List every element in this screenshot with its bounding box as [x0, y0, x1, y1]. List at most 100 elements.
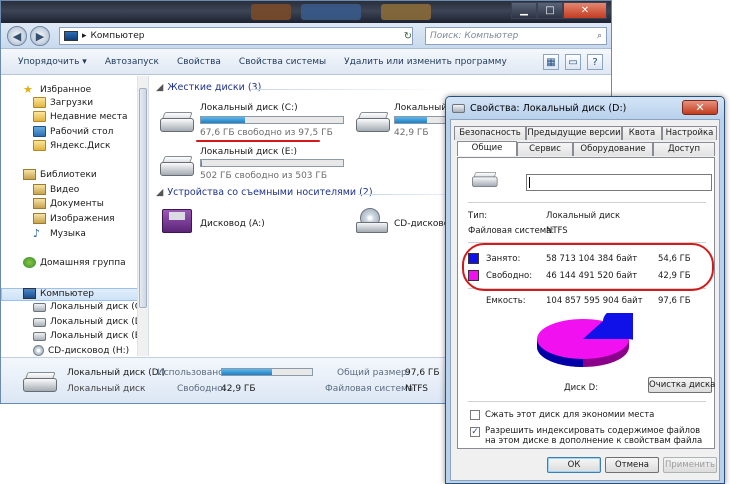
drive-d-fill: [395, 117, 428, 123]
nav-drive-d[interactable]: Локальный диск (D:): [33, 317, 148, 327]
drive-d-free: 42,9 ГБ: [394, 128, 429, 138]
command-bar: Упорядочить ▾ Автозапуск Свойства Свойст…: [1, 49, 611, 75]
windows-drive-icon[interactable]: [160, 112, 194, 134]
address-bar[interactable]: ▸ Компьютер: [59, 27, 413, 45]
organize-button[interactable]: Упорядочить ▾: [9, 57, 96, 67]
nav-homegroup[interactable]: Домашняя группа: [23, 257, 126, 268]
disk-usage-pie-chart: [537, 313, 633, 367]
pictures-library-icon: [33, 213, 46, 224]
view-options-icon[interactable]: ▦: [543, 54, 559, 70]
nav-computer[interactable]: Компьютер: [23, 288, 94, 299]
forward-button[interactable]: ▶: [30, 26, 50, 46]
cd-drive-icon[interactable]: [356, 208, 388, 234]
general-tab-panel: Тип: Локальный диск Файловая система: NT…: [457, 157, 715, 449]
drive-e-fill: [201, 160, 203, 166]
details-total-label: Общий размер:: [337, 368, 410, 378]
system-properties-button[interactable]: Свойства системы: [230, 57, 335, 67]
nav-libraries[interactable]: Библиотеки: [23, 169, 97, 180]
nav-scrollbar[interactable]: [137, 76, 148, 356]
scrollbar-thumb[interactable]: [139, 88, 147, 308]
nav-music[interactable]: ♪ Музыка: [33, 227, 86, 240]
nav-label: Локальный диск (E:): [50, 331, 148, 341]
nav-documents[interactable]: Документы: [33, 198, 104, 209]
computer-icon: [23, 288, 36, 299]
nav-label: Загрузки: [50, 97, 94, 108]
nav-label: Недавние места: [50, 111, 128, 122]
drive-c-name[interactable]: Локальный диск (C:): [200, 103, 298, 113]
tab-tools[interactable]: Сервис: [517, 142, 573, 156]
background-thumbnail: [301, 4, 361, 20]
details-used-label: Использовано:: [157, 368, 227, 378]
drive-d-name[interactable]: Локальный: [394, 103, 447, 113]
details-fs-value: NTFS: [405, 384, 428, 394]
tab-previous-versions[interactable]: Предыдущие версии: [526, 126, 622, 140]
folder-icon: [33, 111, 46, 122]
nav-downloads[interactable]: Загрузки: [33, 97, 93, 108]
preview-pane-icon[interactable]: ▭: [565, 54, 581, 70]
disk-cleanup-button[interactable]: Очистка диска: [648, 377, 715, 393]
tab-quota[interactable]: Квота: [622, 126, 662, 140]
compress-checkbox[interactable]: [470, 410, 480, 420]
search-input[interactable]: Поиск: Компьютер ⌕: [425, 27, 607, 45]
drive-icon[interactable]: [160, 156, 194, 178]
folder-icon: [33, 140, 46, 151]
dialog-close-button[interactable]: ✕: [682, 100, 718, 115]
breadcrumb[interactable]: Компьютер: [91, 31, 145, 41]
floppy-name[interactable]: Дисковод (A:): [200, 219, 265, 229]
tab-sharing[interactable]: Доступ: [653, 142, 715, 156]
details-drive-type: Локальный диск: [67, 384, 146, 394]
close-button[interactable]: ✕: [563, 2, 607, 19]
cd-icon: [33, 345, 44, 356]
nav-label: Изображения: [50, 213, 115, 224]
tab-general[interactable]: Общие: [457, 141, 517, 156]
drive-icon[interactable]: [356, 112, 390, 134]
index-checkbox[interactable]: ✓: [470, 427, 480, 437]
tab-customize[interactable]: Настройка: [662, 126, 717, 140]
navigation-pane: ★ Избранное Загрузки Недавние места Рабоч…: [1, 76, 149, 356]
video-library-icon: [33, 184, 46, 195]
back-button[interactable]: ◀: [7, 26, 27, 46]
nav-pictures[interactable]: Изображения: [33, 213, 115, 224]
search-placeholder: Поиск: Компьютер: [430, 31, 519, 41]
uninstall-program-button[interactable]: Удалить или изменить программу: [335, 57, 516, 67]
ok-button[interactable]: ОК: [547, 457, 601, 473]
tab-security[interactable]: Безопасность: [454, 126, 526, 140]
nav-yandex-disk[interactable]: Яндекс.Диск: [33, 140, 110, 151]
nav-label: Библиотеки: [40, 169, 97, 180]
background-thumbnail: [381, 4, 431, 20]
fs-label: Файловая система:: [468, 226, 555, 236]
collapse-icon[interactable]: ◢: [156, 82, 163, 93]
autoplay-button[interactable]: Автозапуск: [96, 57, 168, 67]
nav-recent[interactable]: Недавние места: [33, 111, 128, 122]
drive-e-name[interactable]: Локальный диск (E:): [200, 147, 297, 157]
nav-drive-c[interactable]: Локальный диск (C:): [33, 302, 148, 312]
separator: [468, 202, 706, 203]
nav-favorites[interactable]: ★ Избранное: [23, 83, 91, 96]
apply-button[interactable]: Применить: [663, 457, 717, 473]
drive-c-usage-bar: [200, 116, 344, 124]
nav-desktop[interactable]: Рабочий стол: [33, 126, 113, 137]
volume-label-input[interactable]: [526, 174, 712, 191]
floppy-icon[interactable]: [162, 209, 192, 233]
maximize-button[interactable]: □: [537, 2, 563, 19]
index-label[interactable]: Разрешить индексировать содержимое файло…: [485, 426, 709, 446]
minimize-button[interactable]: ▁: [511, 2, 537, 19]
group-header-hard-disks[interactable]: ◢ Жесткие диски (3): [156, 82, 261, 93]
properties-button[interactable]: Свойства: [168, 57, 230, 67]
drive-icon: [23, 372, 57, 394]
group-header-removable[interactable]: ◢ Устройства со съемными носителями (2): [156, 187, 373, 198]
collapse-icon[interactable]: ◢: [156, 187, 163, 198]
cancel-button[interactable]: Отмена: [605, 457, 659, 473]
refresh-icon[interactable]: ↻: [401, 27, 415, 45]
drive-e-free: 502 ГБ свободно из 503 ГБ: [200, 171, 328, 181]
nav-drive-e[interactable]: Локальный диск (E:): [33, 331, 147, 341]
nav-video[interactable]: Видео: [33, 184, 79, 195]
compress-label[interactable]: Сжать этот диск для экономии места: [485, 410, 654, 420]
tab-hardware[interactable]: Оборудование: [573, 142, 653, 156]
red-underline-annotation: [196, 140, 320, 142]
nav-drive-h[interactable]: CD-дисковод (H:): [33, 345, 129, 356]
help-icon[interactable]: ?: [587, 54, 603, 70]
drive-c-free: 67,6 ГБ свободно из 97,5 ГБ: [200, 128, 333, 138]
drive-icon: [452, 103, 465, 113]
breadcrumb-separator: ▸: [82, 31, 87, 41]
